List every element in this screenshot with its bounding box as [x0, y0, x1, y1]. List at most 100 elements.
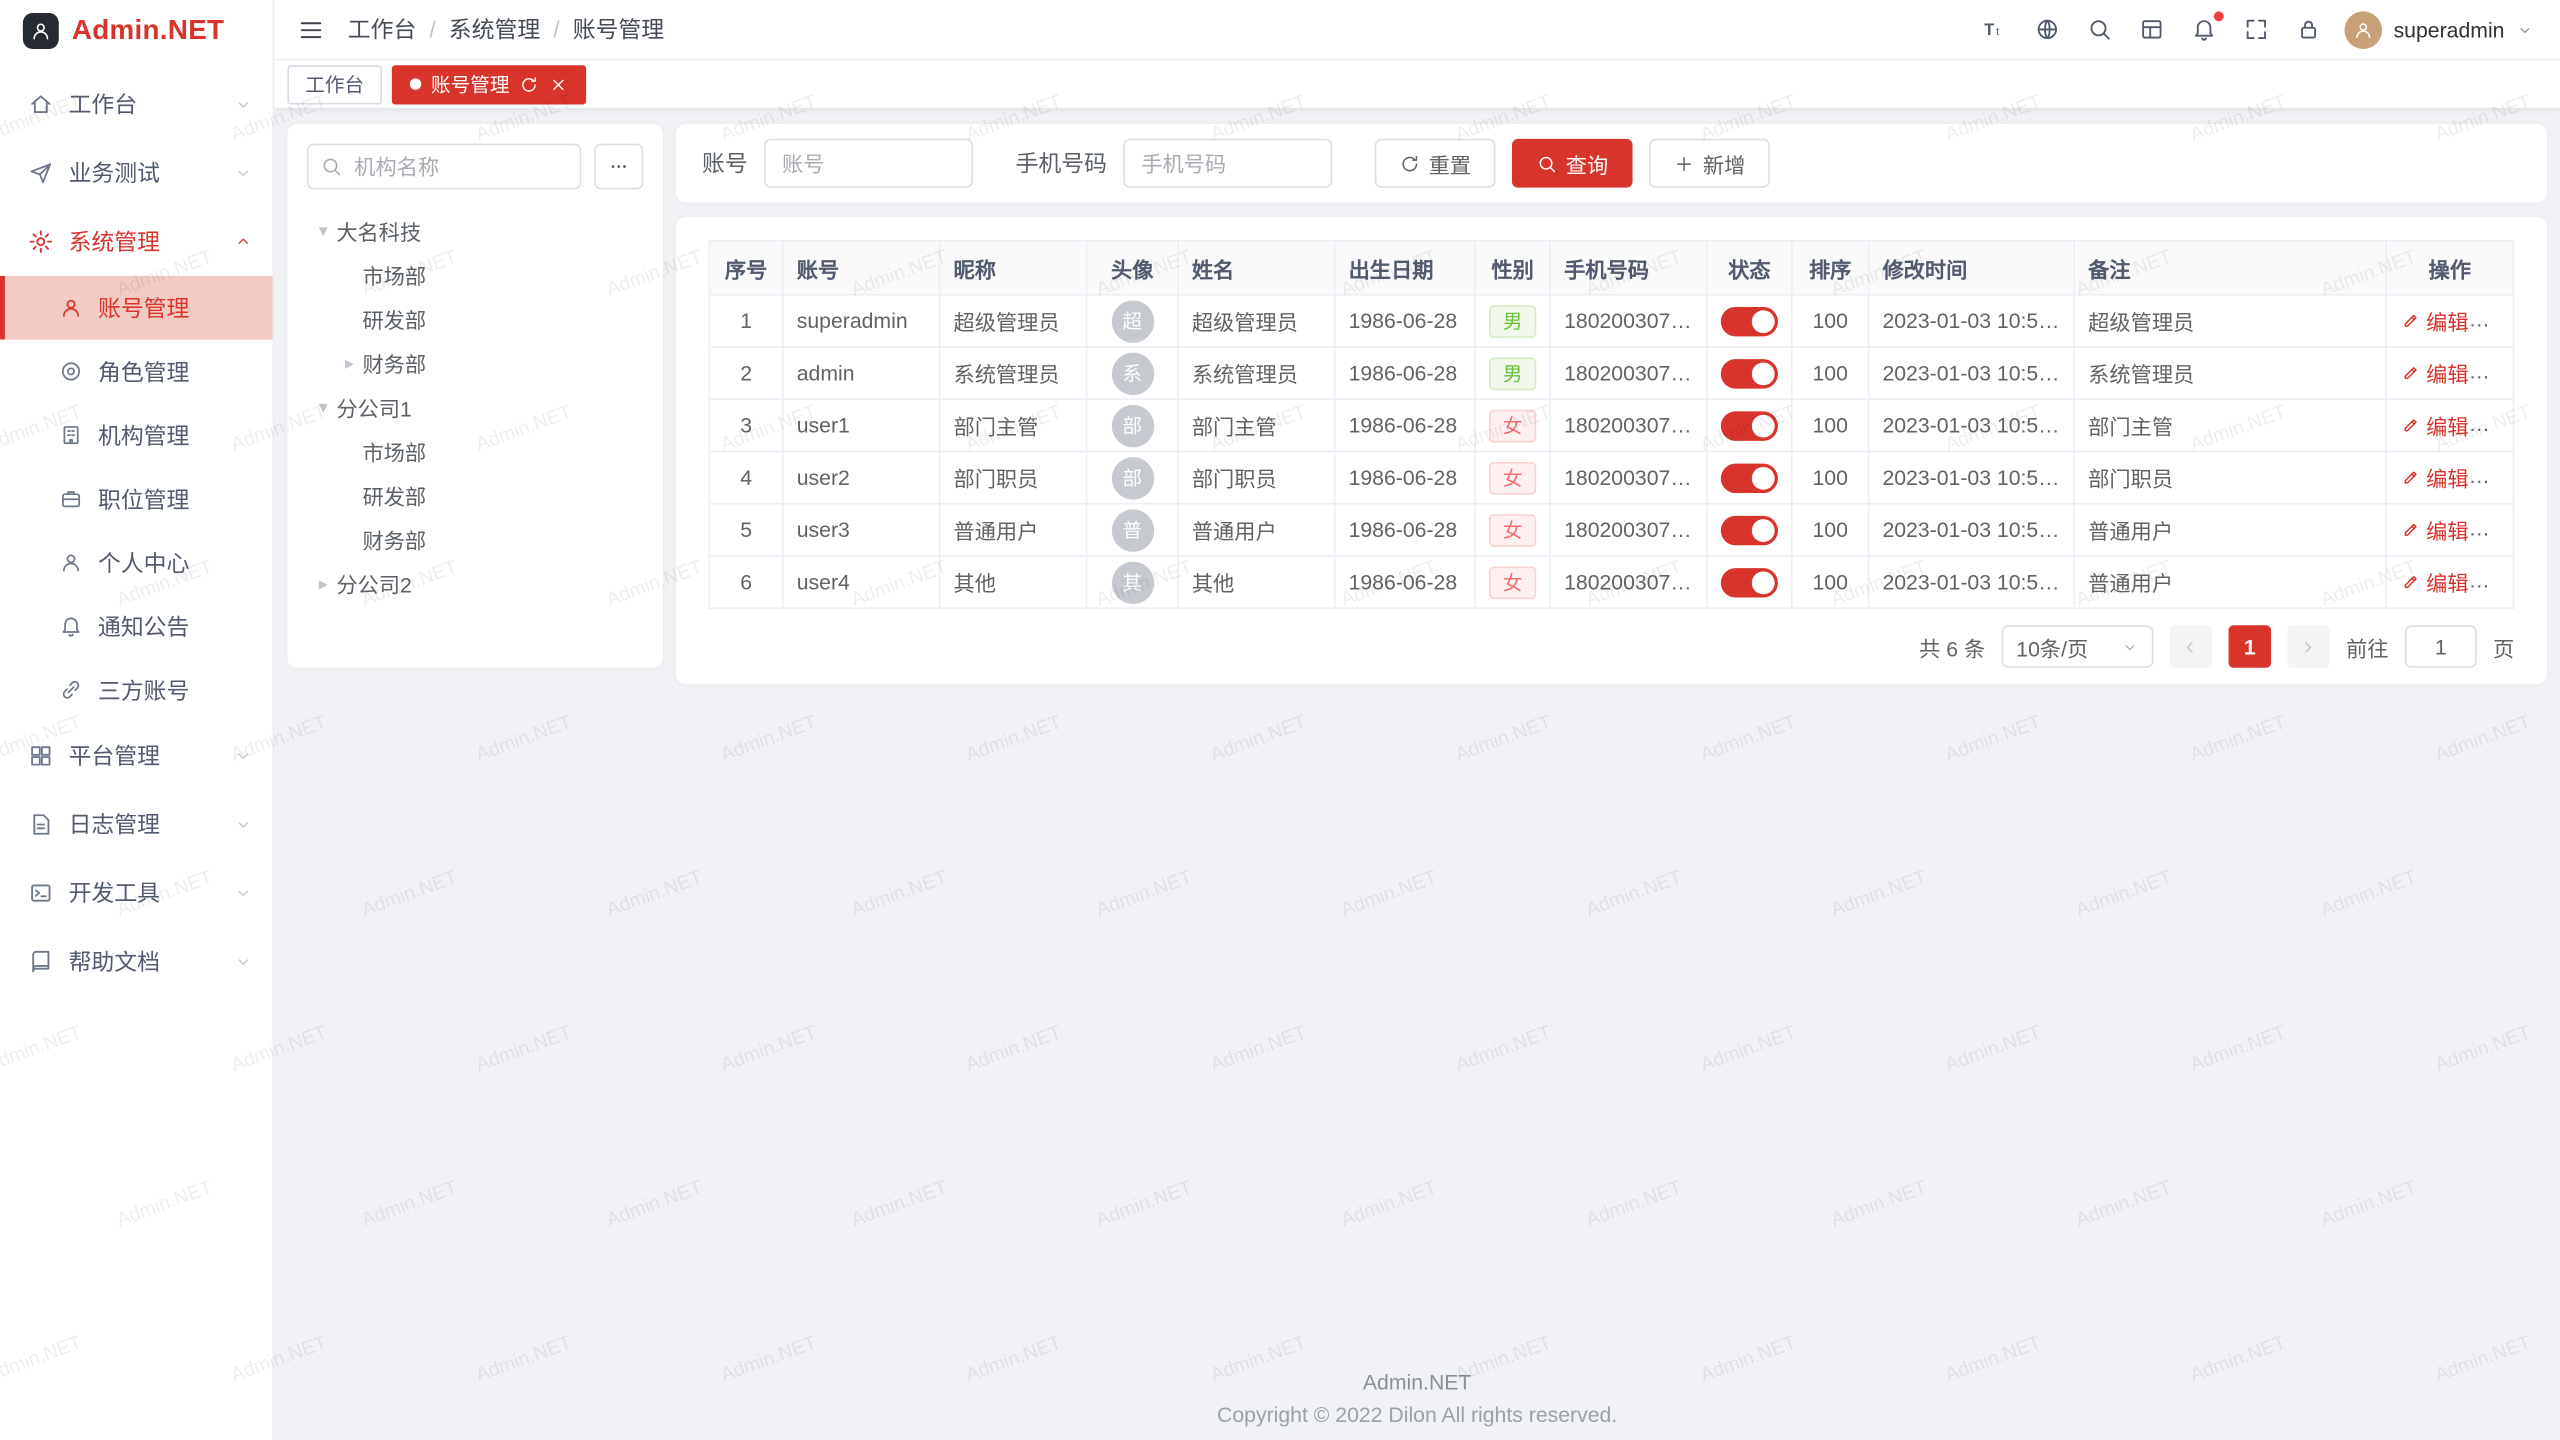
- tree-node-财务部[interactable]: ▸财务部: [307, 341, 643, 385]
- tree-caret-icon: ▾: [310, 220, 336, 241]
- cell-actions: 编辑: [2386, 295, 2513, 347]
- edit-icon: [2400, 362, 2421, 383]
- sidebar-item-帮助文档[interactable]: 帮助文档: [0, 927, 273, 996]
- search-icon[interactable]: [2087, 16, 2113, 42]
- edit-button[interactable]: 编辑: [2400, 514, 2469, 545]
- tree-node-市场部[interactable]: 市场部: [307, 253, 643, 297]
- goto-page-input[interactable]: [2405, 625, 2477, 667]
- status-toggle[interactable]: [1721, 306, 1778, 335]
- sidebar-subitem-职位管理[interactable]: 职位管理: [0, 467, 273, 531]
- notification-icon[interactable]: [2191, 16, 2217, 42]
- cell-avatar: 超: [1087, 295, 1178, 347]
- sidebar-item-平台管理[interactable]: 平台管理: [0, 722, 273, 791]
- pagination: 共 6 条 10条/页 1 前往 页: [709, 609, 2515, 684]
- tree-node-研发部[interactable]: 研发部: [307, 473, 643, 517]
- next-page-button[interactable]: [2287, 625, 2329, 667]
- sidebar-subitem-机构管理[interactable]: 机构管理: [0, 403, 273, 467]
- breadcrumb-item-system[interactable]: 系统管理: [449, 13, 540, 46]
- org-tree-panel: ▾大名科技市场部研发部▸财务部▾分公司1市场部研发部财务部▸分公司2: [287, 124, 663, 668]
- refresh-icon: [1399, 153, 1420, 174]
- edit-icon: [2400, 310, 2421, 331]
- refresh-tab-icon[interactable]: [519, 74, 539, 94]
- tab-label: 账号管理: [431, 70, 509, 98]
- sidebar-subitem-个人中心[interactable]: 个人中心: [0, 531, 273, 595]
- sidebar-subitem-label: 机构管理: [98, 419, 189, 452]
- tree-node-分公司2[interactable]: ▸分公司2: [307, 562, 643, 606]
- tree-node-大名科技[interactable]: ▾大名科技: [307, 209, 643, 253]
- cell-status: [1707, 295, 1792, 347]
- sidebar-item-工作台[interactable]: 工作台: [0, 70, 273, 139]
- doc-icon: [28, 811, 54, 837]
- fullscreen-icon[interactable]: [2243, 16, 2269, 42]
- user-menu[interactable]: superadmin: [2345, 11, 2534, 49]
- cell-status: [1707, 347, 1792, 399]
- cell-gender: 女: [1475, 556, 1550, 608]
- logo[interactable]: Admin.NET: [0, 0, 273, 60]
- chevron-up-icon: [233, 232, 253, 252]
- sidebar-item-日志管理[interactable]: 日志管理: [0, 790, 273, 859]
- font-size-icon[interactable]: Tt: [1982, 16, 2008, 42]
- edit-button[interactable]: 编辑: [2400, 410, 2469, 441]
- tab-workbench[interactable]: 工作台: [287, 64, 382, 103]
- sidebar-item-业务测试[interactable]: 业务测试: [0, 139, 273, 208]
- cell-no: 2: [709, 347, 782, 399]
- sidebar-subitem-三方账号[interactable]: 三方账号: [0, 658, 273, 722]
- user-icon: [59, 296, 83, 320]
- tree-node-研发部[interactable]: 研发部: [307, 297, 643, 341]
- status-toggle[interactable]: [1721, 358, 1778, 387]
- tab-account-management[interactable]: 账号管理: [392, 64, 586, 103]
- chevron-down-icon: [233, 95, 253, 115]
- org-search-input[interactable]: [307, 144, 581, 190]
- tree-node-label: 财务部: [362, 348, 426, 379]
- cell-status: [1707, 451, 1792, 503]
- phone-input[interactable]: [1123, 139, 1332, 188]
- breadcrumb-item-account[interactable]: 账号管理: [573, 13, 664, 46]
- edit-button[interactable]: 编辑: [2400, 567, 2469, 598]
- row-more-button[interactable]: [2488, 413, 2512, 437]
- cell-order: 100: [1792, 451, 1869, 503]
- sidebar-subitem-通知公告[interactable]: 通知公告: [0, 594, 273, 658]
- edit-button[interactable]: 编辑: [2400, 305, 2469, 336]
- lock-icon[interactable]: [2296, 16, 2322, 42]
- gender-tag: 女: [1490, 566, 1536, 599]
- sidebar-item-label: 日志管理: [69, 808, 234, 841]
- prev-page-button[interactable]: [2170, 625, 2212, 667]
- tree-node-市场部[interactable]: 市场部: [307, 429, 643, 473]
- status-toggle[interactable]: [1721, 515, 1778, 544]
- avatar: 部: [1111, 404, 1153, 446]
- sidebar-subitem-账号管理[interactable]: 账号管理: [0, 276, 273, 340]
- row-more-button[interactable]: [2488, 465, 2512, 489]
- cell-account: user3: [783, 504, 940, 556]
- page-1-button[interactable]: 1: [2229, 625, 2271, 667]
- globe-icon[interactable]: [2034, 16, 2060, 42]
- cell-actions: 编辑: [2386, 399, 2513, 451]
- edit-button[interactable]: 编辑: [2400, 358, 2469, 389]
- row-more-button[interactable]: [2488, 518, 2512, 542]
- tree-node-分公司1[interactable]: ▾分公司1: [307, 385, 643, 429]
- theme-icon[interactable]: [2139, 16, 2165, 42]
- breadcrumb-item-workbench[interactable]: 工作台: [348, 13, 417, 46]
- account-input[interactable]: [764, 139, 973, 188]
- row-more-button[interactable]: [2488, 361, 2512, 385]
- status-toggle[interactable]: [1721, 463, 1778, 492]
- gender-tag: 女: [1490, 461, 1536, 494]
- row-more-button[interactable]: [2488, 570, 2512, 594]
- status-toggle[interactable]: [1721, 411, 1778, 440]
- sidebar-item-系统管理[interactable]: 系统管理: [0, 207, 273, 276]
- row-more-button[interactable]: [2488, 309, 2512, 333]
- edit-button[interactable]: 编辑: [2400, 462, 2469, 493]
- reset-button[interactable]: 重置: [1375, 139, 1496, 188]
- sidebar-item-label: 业务测试: [69, 157, 234, 190]
- sidebar-subitem-角色管理[interactable]: 角色管理: [0, 340, 273, 404]
- add-button[interactable]: 新增: [1649, 139, 1770, 188]
- username: superadmin: [2394, 17, 2505, 41]
- hamburger-menu-icon[interactable]: [297, 16, 325, 44]
- close-tab-icon[interactable]: [549, 74, 569, 94]
- page-size-select[interactable]: 10条/页: [2002, 625, 2154, 667]
- column-header-性别: 性别: [1475, 241, 1550, 295]
- tree-more-button[interactable]: [594, 144, 643, 190]
- status-toggle[interactable]: [1721, 567, 1778, 596]
- tree-node-财务部[interactable]: 财务部: [307, 518, 643, 562]
- search-button[interactable]: 查询: [1512, 139, 1633, 188]
- sidebar-item-开发工具[interactable]: 开发工具: [0, 859, 273, 928]
